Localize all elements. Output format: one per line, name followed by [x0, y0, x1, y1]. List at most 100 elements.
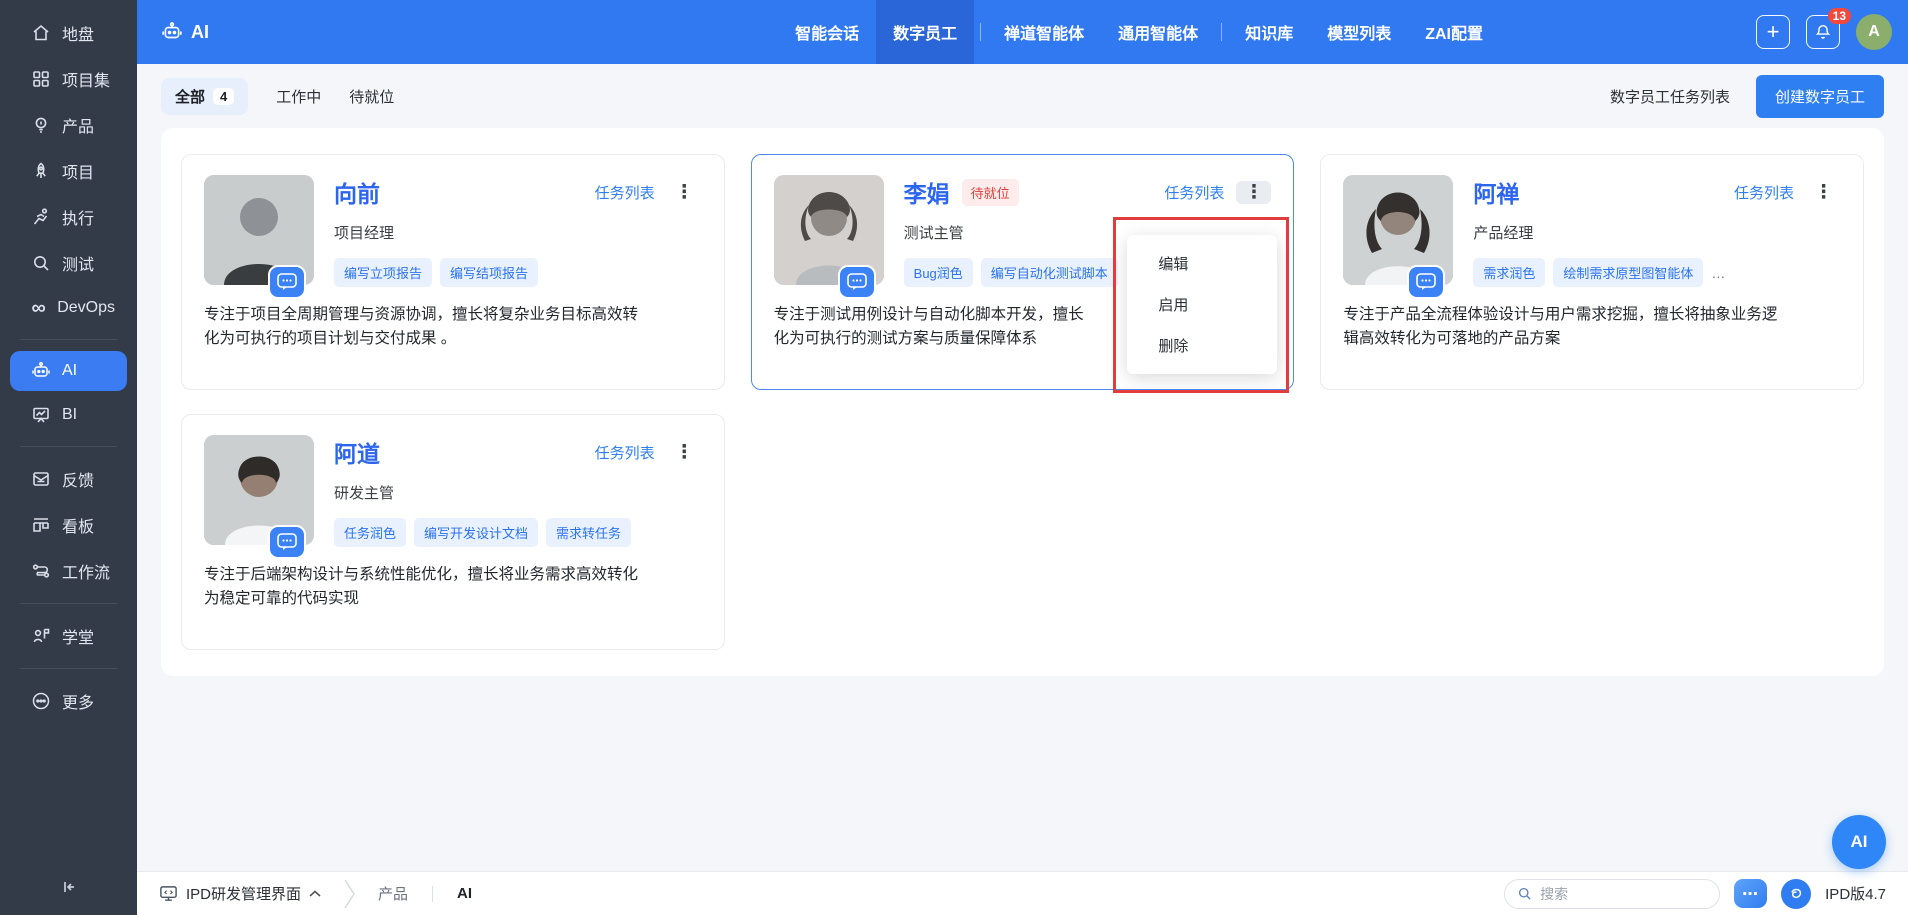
- employee-task-list-link[interactable]: 数字员工任务列表: [1610, 86, 1730, 107]
- search-box[interactable]: [1504, 879, 1720, 909]
- nav-digital-employee[interactable]: 数字员工: [876, 0, 974, 64]
- sidebar-item-bi[interactable]: BI: [10, 395, 127, 435]
- nav-zentao-agent[interactable]: 禅道智能体: [987, 0, 1101, 64]
- sidebar-item-home[interactable]: 地盘: [10, 12, 127, 54]
- filter-toolbar: 全部 4 工作中 待就位 数字员工任务列表 创建数字员工: [137, 64, 1908, 128]
- robot-icon: [30, 360, 52, 382]
- skill-tag: 绘制需求原型图智能体: [1553, 258, 1703, 287]
- employee-role: 研发主管: [334, 482, 702, 503]
- nav-divider: [1221, 23, 1222, 41]
- employee-name[interactable]: 阿道: [334, 435, 380, 469]
- sidebar-item-project[interactable]: 项目: [10, 150, 127, 192]
- chat-bubble-icon[interactable]: [838, 265, 876, 299]
- employee-card[interactable]: 李娟 待就位 任务列表 ⋮ 测试主管 Bug润色 编写自动化测试脚本: [751, 154, 1295, 390]
- employee-description: 专注于产品全流程体验设计与用户需求挖掘，擅长将抽象业务逻 辑高效转化为可落地的产…: [1343, 303, 1841, 351]
- sidebar-item-execution[interactable]: 执行: [10, 196, 127, 238]
- menu-item-delete[interactable]: 删除: [1127, 325, 1277, 366]
- task-list-link[interactable]: 任务列表: [595, 442, 655, 463]
- sidebar-collapse-button[interactable]: [45, 867, 93, 907]
- sidebar-item-devops[interactable]: ∞ DevOps: [10, 288, 127, 328]
- kebab-menu-button[interactable]: ⋮: [667, 441, 702, 464]
- tab-pending[interactable]: 待就位: [349, 86, 394, 107]
- task-list-link[interactable]: 任务列表: [595, 182, 655, 203]
- employee-card[interactable]: 阿禅 任务列表 ⋮ 产品经理 需求润色 绘制需求原型图智能体: [1320, 154, 1864, 390]
- tab-all[interactable]: 全部 4: [161, 78, 248, 115]
- more-circle-icon: [30, 690, 52, 712]
- sidebar-item-label: 测试: [62, 251, 94, 275]
- nav-model-list[interactable]: 模型列表: [1310, 0, 1408, 64]
- menu-item-enable[interactable]: 启用: [1127, 284, 1277, 325]
- brand-label: AI: [191, 22, 209, 43]
- employee-avatar: [1343, 175, 1453, 285]
- user-avatar[interactable]: A: [1856, 14, 1892, 50]
- breadcrumb-divider: [432, 886, 433, 902]
- sidebar-item-workflow[interactable]: 工作流: [10, 550, 127, 592]
- employee-name[interactable]: 向前: [334, 175, 380, 209]
- ai-assistant-button[interactable]: AI: [1832, 815, 1886, 869]
- employee-card[interactable]: 向前 任务列表 ⋮ 项目经理 编写立项报告 编写结项报告: [181, 154, 725, 390]
- create-employee-button[interactable]: 创建数字员工: [1756, 75, 1884, 118]
- search-icon: [1517, 886, 1532, 901]
- sidebar-item-product[interactable]: 产品: [10, 104, 127, 146]
- infinity-icon: ∞: [30, 297, 47, 319]
- task-list-link[interactable]: 任务列表: [1164, 182, 1224, 203]
- employee-avatar: [204, 175, 314, 285]
- workspace-switcher[interactable]: IPD研发管理界面: [159, 883, 321, 904]
- sidebar-item-project-set[interactable]: 项目集: [10, 58, 127, 100]
- tab-all-count: 4: [213, 88, 234, 105]
- kebab-menu-button[interactable]: ⋮: [1806, 181, 1841, 204]
- sidebar-item-ai[interactable]: AI: [10, 351, 127, 391]
- employee-card-grid: 向前 任务列表 ⋮ 项目经理 编写立项报告 编写结项报告: [181, 154, 1864, 650]
- collapse-icon: [59, 877, 79, 897]
- tab-working[interactable]: 工作中: [276, 86, 321, 107]
- kanban-icon: [30, 514, 52, 536]
- zentao-logo: [1781, 879, 1811, 909]
- kebab-menu-button[interactable]: ⋮: [667, 181, 702, 204]
- nav-zai-config[interactable]: ZAI配置: [1408, 0, 1500, 64]
- nav-knowledge-base[interactable]: 知识库: [1228, 0, 1310, 64]
- app-window: 地盘 项目集 产品 项目 执行 测试 ∞: [0, 0, 1908, 915]
- sidebar-item-label: 工作流: [62, 559, 110, 583]
- status-badge: 待就位: [962, 179, 1019, 206]
- sidebar-item-more[interactable]: 更多: [10, 680, 127, 722]
- skill-tag: 编写结项报告: [440, 258, 538, 287]
- notification-button[interactable]: 13: [1806, 15, 1840, 49]
- search-input[interactable]: [1540, 886, 1707, 902]
- sidebar: 地盘 项目集 产品 项目 执行 测试 ∞: [0, 0, 137, 915]
- sidebar-divider: [20, 446, 117, 447]
- nav-smart-chat[interactable]: 智能会话: [778, 0, 876, 64]
- employee-description: 专注于后端架构设计与系统性能优化，擅长将业务需求高效转化 为稳定可靠的代码实现: [204, 563, 702, 611]
- sidebar-item-label: 更多: [62, 689, 94, 713]
- header-nav: 智能会话 数字员工 禅道智能体 通用智能体 知识库 模型列表 ZAI配置: [778, 0, 1500, 64]
- skill-tag: Bug润色: [904, 258, 973, 287]
- employee-panel: 向前 任务列表 ⋮ 项目经理 编写立项报告 编写结项报告: [161, 128, 1884, 676]
- employee-name[interactable]: 李娟: [904, 175, 950, 209]
- tags-more-indicator: …: [1711, 265, 1725, 281]
- lightbulb-icon: [30, 114, 52, 136]
- add-button[interactable]: +: [1756, 15, 1790, 49]
- top-header: AI 智能会话 数字员工 禅道智能体 通用智能体 知识库 模型列表 ZAI配置 …: [137, 0, 1908, 64]
- kebab-menu-button[interactable]: ⋮: [1236, 181, 1271, 204]
- notification-badge: 13: [1828, 8, 1851, 24]
- tab-all-label: 全部: [175, 86, 205, 107]
- employee-card[interactable]: 阿道 任务列表 ⋮ 研发主管 任务润色 编写开发设计文档 需求转任务: [181, 414, 725, 650]
- breadcrumb-product[interactable]: 产品: [378, 883, 408, 904]
- task-list-link[interactable]: 任务列表: [1734, 182, 1794, 203]
- feedback-chat-icon[interactable]: ⋯: [1734, 879, 1767, 908]
- chat-bubble-icon[interactable]: [268, 265, 306, 299]
- chat-bubble-icon[interactable]: [268, 525, 306, 559]
- menu-item-edit[interactable]: 编辑: [1127, 243, 1277, 284]
- skill-tag: 编写开发设计文档: [414, 518, 538, 547]
- chart-board-icon: [30, 404, 52, 426]
- nav-general-agent[interactable]: 通用智能体: [1101, 0, 1215, 64]
- sidebar-item-school[interactable]: 学堂: [10, 615, 127, 657]
- sidebar-item-feedback[interactable]: 反馈: [10, 458, 127, 500]
- skill-tag: 需求润色: [1473, 258, 1545, 287]
- chat-bubble-icon[interactable]: [1407, 265, 1445, 299]
- plus-icon: +: [1767, 21, 1780, 43]
- breadcrumb-separator-icon: [343, 878, 356, 910]
- sidebar-item-qa[interactable]: 测试: [10, 242, 127, 284]
- monitor-icon: [159, 884, 178, 903]
- employee-name[interactable]: 阿禅: [1473, 175, 1519, 209]
- sidebar-item-kanban[interactable]: 看板: [10, 504, 127, 546]
